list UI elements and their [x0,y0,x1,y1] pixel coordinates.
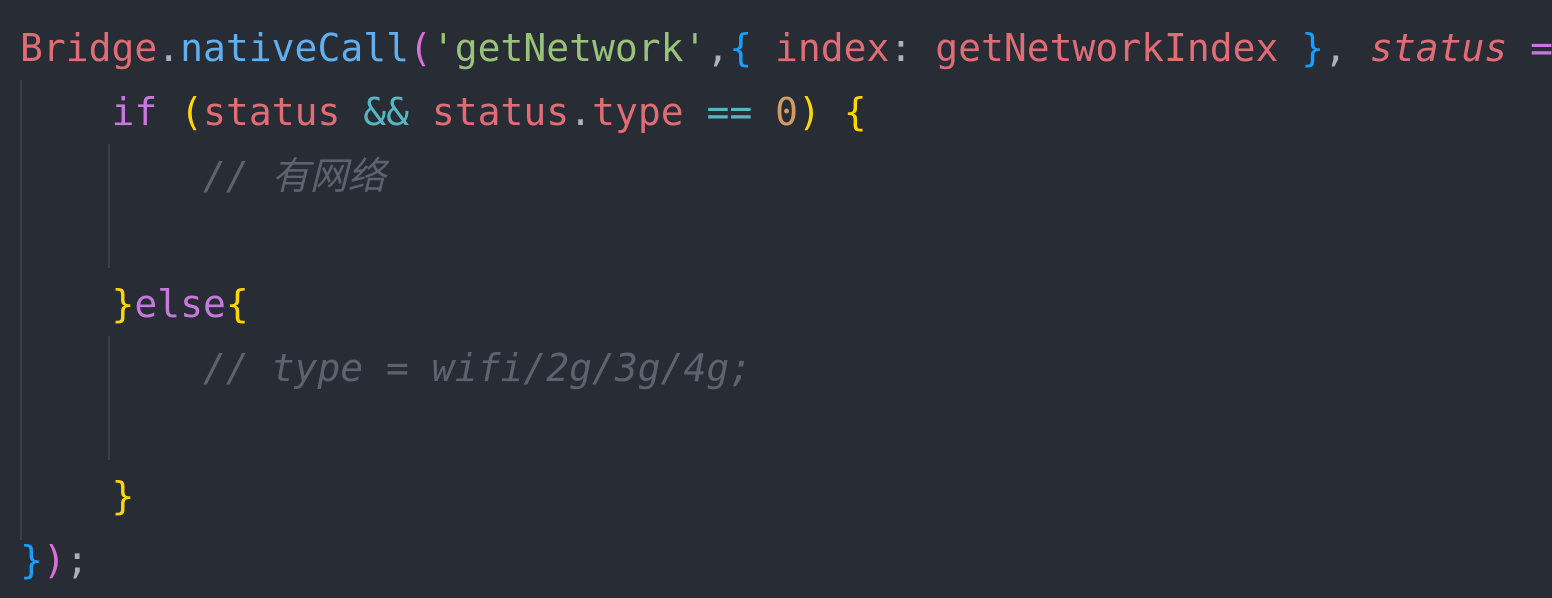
code-token: ( [180,90,204,134]
code-line-1[interactable]: Bridge.nativeCall('getNetwork',{ index: … [20,16,1552,80]
code-token: Bridge [20,26,158,70]
code-token: } [111,474,135,518]
code-token: && [363,90,409,134]
code-token: } [1301,26,1325,70]
code-token: type [592,90,684,134]
code-token: 'getNetwork' [431,26,707,70]
code-token: } [20,538,43,582]
code-token: if [111,90,158,134]
code-token: : [889,26,936,70]
code-token: status [1369,26,1508,70]
code-token: // type = wifi/2g/3g/4g; [203,346,753,390]
code-token: status [431,90,570,134]
code-line-3[interactable]: // 有网络 [20,144,386,208]
code-token: { [843,90,867,134]
code-token: // 有网络 [203,154,386,198]
code-token: status [203,90,341,134]
code-token: else [134,282,226,326]
code-line-2[interactable]: if (status && status.type == 0) { [20,80,867,144]
code-token: index [752,26,890,70]
code-token: . [569,90,593,134]
code-token: nativeCall [180,26,409,70]
code-token: } [111,282,135,326]
code-token: ( [408,26,432,70]
code-line-8[interactable]: } [20,464,135,528]
code-token: getNetworkIndex [935,26,1279,70]
code-token: { [225,282,249,326]
code-token: , [1324,26,1370,70]
code-token: . [157,26,181,70]
code-token: ) [798,90,821,134]
code-token: ) [42,538,66,582]
code-line-5[interactable]: }else{ [20,272,249,336]
code-token: ; [65,538,89,582]
code-editor[interactable]: Bridge.nativeCall('getNetwork',{ index: … [0,0,1552,598]
code-token: { [729,26,753,70]
code-token: , [706,26,730,70]
code-line-6[interactable]: // type = wifi/2g/3g/4g; [20,336,752,400]
code-token: 0 [775,90,799,134]
code-token: == [706,90,753,134]
code-token: => [1530,26,1552,70]
code-line-9[interactable]: }); [20,528,89,592]
